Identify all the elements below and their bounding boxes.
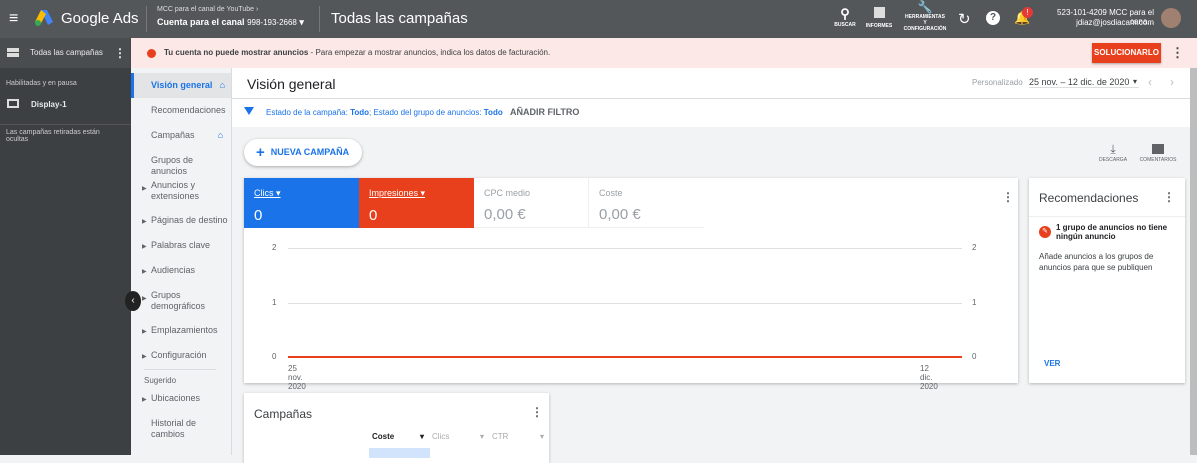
y-tick-right: 1 [972, 297, 977, 307]
reports-icon [873, 7, 885, 18]
error-icon [147, 49, 156, 58]
metric-clicks[interactable]: Clics ▾ 0 [244, 178, 359, 228]
recommendations-title: Recomendaciones [1039, 191, 1139, 205]
view-button[interactable]: VER [1044, 359, 1060, 368]
nav-change-history[interactable]: Historial de cambios [131, 418, 231, 440]
y-tick-left: 1 [272, 297, 277, 307]
metric-avg-cpc[interactable]: CPC medio 0,00 € [474, 178, 589, 228]
download-button[interactable]: ⤓ DESCARGA [1094, 142, 1132, 163]
notification-badge: ! [1022, 7, 1033, 18]
menu-icon[interactable]: ≡ [9, 10, 18, 28]
search-button[interactable]: ⚲ BUSCAR [832, 6, 858, 28]
nav-landing-pages[interactable]: ▶ Páginas de destino [131, 215, 231, 226]
wrench-icon: 🔧 [917, 0, 933, 14]
campaign-item[interactable]: Display-1 [31, 100, 67, 109]
reports-button[interactable]: INFORMES [864, 6, 894, 29]
campaign-sidebar: Todas las campañas ⋮ Habilitadas y en pa… [0, 38, 141, 455]
date-mode: Personalizado [972, 78, 1023, 87]
chart-more-icon[interactable]: ⋮ [1002, 190, 1014, 204]
page-title: Todas las campañas [331, 10, 468, 27]
recommendations-more-icon[interactable]: ⋮ [1163, 190, 1175, 204]
feedback-button[interactable]: COMENTARIOS [1138, 142, 1178, 163]
filter-bar: Estado de la campaña: Todo; Estado del g… [232, 99, 1190, 127]
feedback-icon [1152, 144, 1164, 154]
date-range-picker[interactable]: 25 nov. – 12 dic. de 2020 [1029, 77, 1139, 88]
nav-audiences[interactable]: ▶ Audiencias [131, 265, 231, 276]
collapse-icon[interactable]: ‹ [125, 291, 141, 311]
account-parent[interactable]: MCC para el canal de YouTube › [157, 6, 258, 13]
help-icon[interactable]: ? [986, 11, 1000, 25]
account-selector[interactable]: Cuenta para el canal 998-193-2668 ▾ [157, 17, 304, 28]
nav-locations[interactable]: ▶ Ubicaciones [131, 393, 231, 404]
suggested-label: Sugerido [144, 376, 177, 385]
scrollbar[interactable] [1190, 68, 1197, 455]
alert-more-icon[interactable]: ⋮ [1171, 45, 1184, 61]
nav-demographics[interactable]: ▶ Grupos demográficos [131, 290, 231, 312]
page-nav: Visión general ⌂ Recomendaciones Campañas… [131, 68, 232, 455]
app-name: Google Ads [61, 10, 139, 27]
display-icon [7, 99, 19, 108]
filter-icon [244, 107, 254, 115]
add-filter-button[interactable]: AÑADIR FILTRO [510, 107, 579, 117]
more-icon[interactable]: ⋮ [114, 46, 126, 60]
metric-cost[interactable]: Coste 0,00 € [589, 178, 704, 228]
filter-label[interactable]: Habilitadas y en pausa [6, 80, 77, 87]
page-header: Visión general Personalizado 25 nov. – 1… [232, 68, 1190, 99]
gridline [288, 248, 962, 249]
nav-ad-groups[interactable]: Grupos de anuncios [131, 155, 231, 177]
prev-period-icon[interactable]: ‹ [1148, 75, 1152, 89]
alert-bar: Tu cuenta no puede mostrar anuncios - Pa… [131, 38, 1197, 68]
column-clicks[interactable]: Clics ▾ [432, 432, 484, 441]
metric-impressions[interactable]: Impresiones ▾ 0 [359, 178, 474, 228]
nav-overview[interactable]: Visión general ⌂ [131, 73, 231, 98]
recommendation-item-desc: Añade anuncios a los grupos de anuncios … [1039, 252, 1154, 272]
search-icon: ⚲ [840, 6, 850, 21]
column-ctr[interactable]: CTR ▾ [492, 432, 544, 441]
campaigns-card: Campañas ⋮ Coste ▾ Clics ▾ CTR ▾ [244, 393, 549, 463]
nav-campaigns[interactable]: Campañas ⌂ [131, 130, 231, 141]
active-filters[interactable]: Estado de la campaña: Todo; Estado del g… [266, 108, 503, 117]
nav-settings[interactable]: ▶ Configuración [131, 350, 231, 361]
y-tick-right: 2 [972, 243, 977, 252]
campaigns-title: Campañas [254, 407, 313, 421]
campaigns-more-icon[interactable]: ⋮ [531, 405, 543, 419]
download-icon: ⤓ [1110, 142, 1116, 156]
new-campaign-button[interactable]: + NUEVA CAMPAÑA [244, 139, 362, 166]
nav-ads-extensions[interactable]: ▶ Anuncios y extensiones [131, 180, 231, 202]
performance-chart-card: Clics ▾ 0 Impresiones ▾ 0 CPC medio 0,00 € … [244, 178, 1018, 383]
refresh-icon[interactable]: ↻ [958, 10, 971, 28]
wrench-icon: ✎ [1039, 226, 1051, 238]
nav-keywords[interactable]: ▶ Palabras clave [131, 240, 231, 251]
home-icon: ⌂ [219, 80, 225, 90]
header-title: Visión general [247, 76, 336, 92]
y-tick-left: 2 [272, 243, 277, 252]
hidden-note: Las campañas retiradas están ocultas [6, 129, 100, 143]
column-cost[interactable]: Coste ▾ [372, 432, 424, 441]
series-line-impresiones [288, 356, 962, 358]
x-tick: 12 dic. 2020 [920, 364, 938, 391]
home-icon: ⌂ [217, 130, 223, 140]
top-bar: ≡ Google Ads MCC para el canal de YouTub… [0, 0, 1197, 38]
recommendations-card: Recomendaciones ⋮ ✎ 1 grupo de anuncios … [1029, 178, 1185, 383]
y-tick-left: 0 [272, 352, 277, 361]
x-tick: 25 nov. 2020 [288, 364, 306, 391]
alert-message: Tu cuenta no puede mostrar anuncios - Pa… [164, 48, 551, 57]
recommendation-item-title[interactable]: 1 grupo de anuncios no tiene ningún anun… [1056, 223, 1178, 241]
dropdown-icon[interactable]: ▾ [1133, 77, 1137, 86]
avatar[interactable] [1161, 8, 1181, 28]
gridline [288, 302, 962, 304]
plus-icon: + [256, 144, 265, 161]
tools-button[interactable]: 🔧 HERRAMIENTAS Y CONFIGURACIÓN [900, 0, 950, 32]
grid-icon [7, 48, 19, 57]
y-tick-right: 0 [972, 352, 977, 361]
fix-button[interactable]: SOLUCIONARLO [1092, 43, 1161, 63]
nav-recommendations[interactable]: Recomendaciones [131, 105, 231, 116]
next-period-icon[interactable]: › [1170, 75, 1174, 89]
google-ads-logo [35, 10, 53, 26]
all-campaigns-link[interactable]: Todas las campañas [30, 48, 103, 57]
user-email[interactable]: jdiaz@josdiacam.com [1040, 18, 1154, 27]
nav-placements[interactable]: ▶ Emplazamientos [131, 325, 231, 336]
